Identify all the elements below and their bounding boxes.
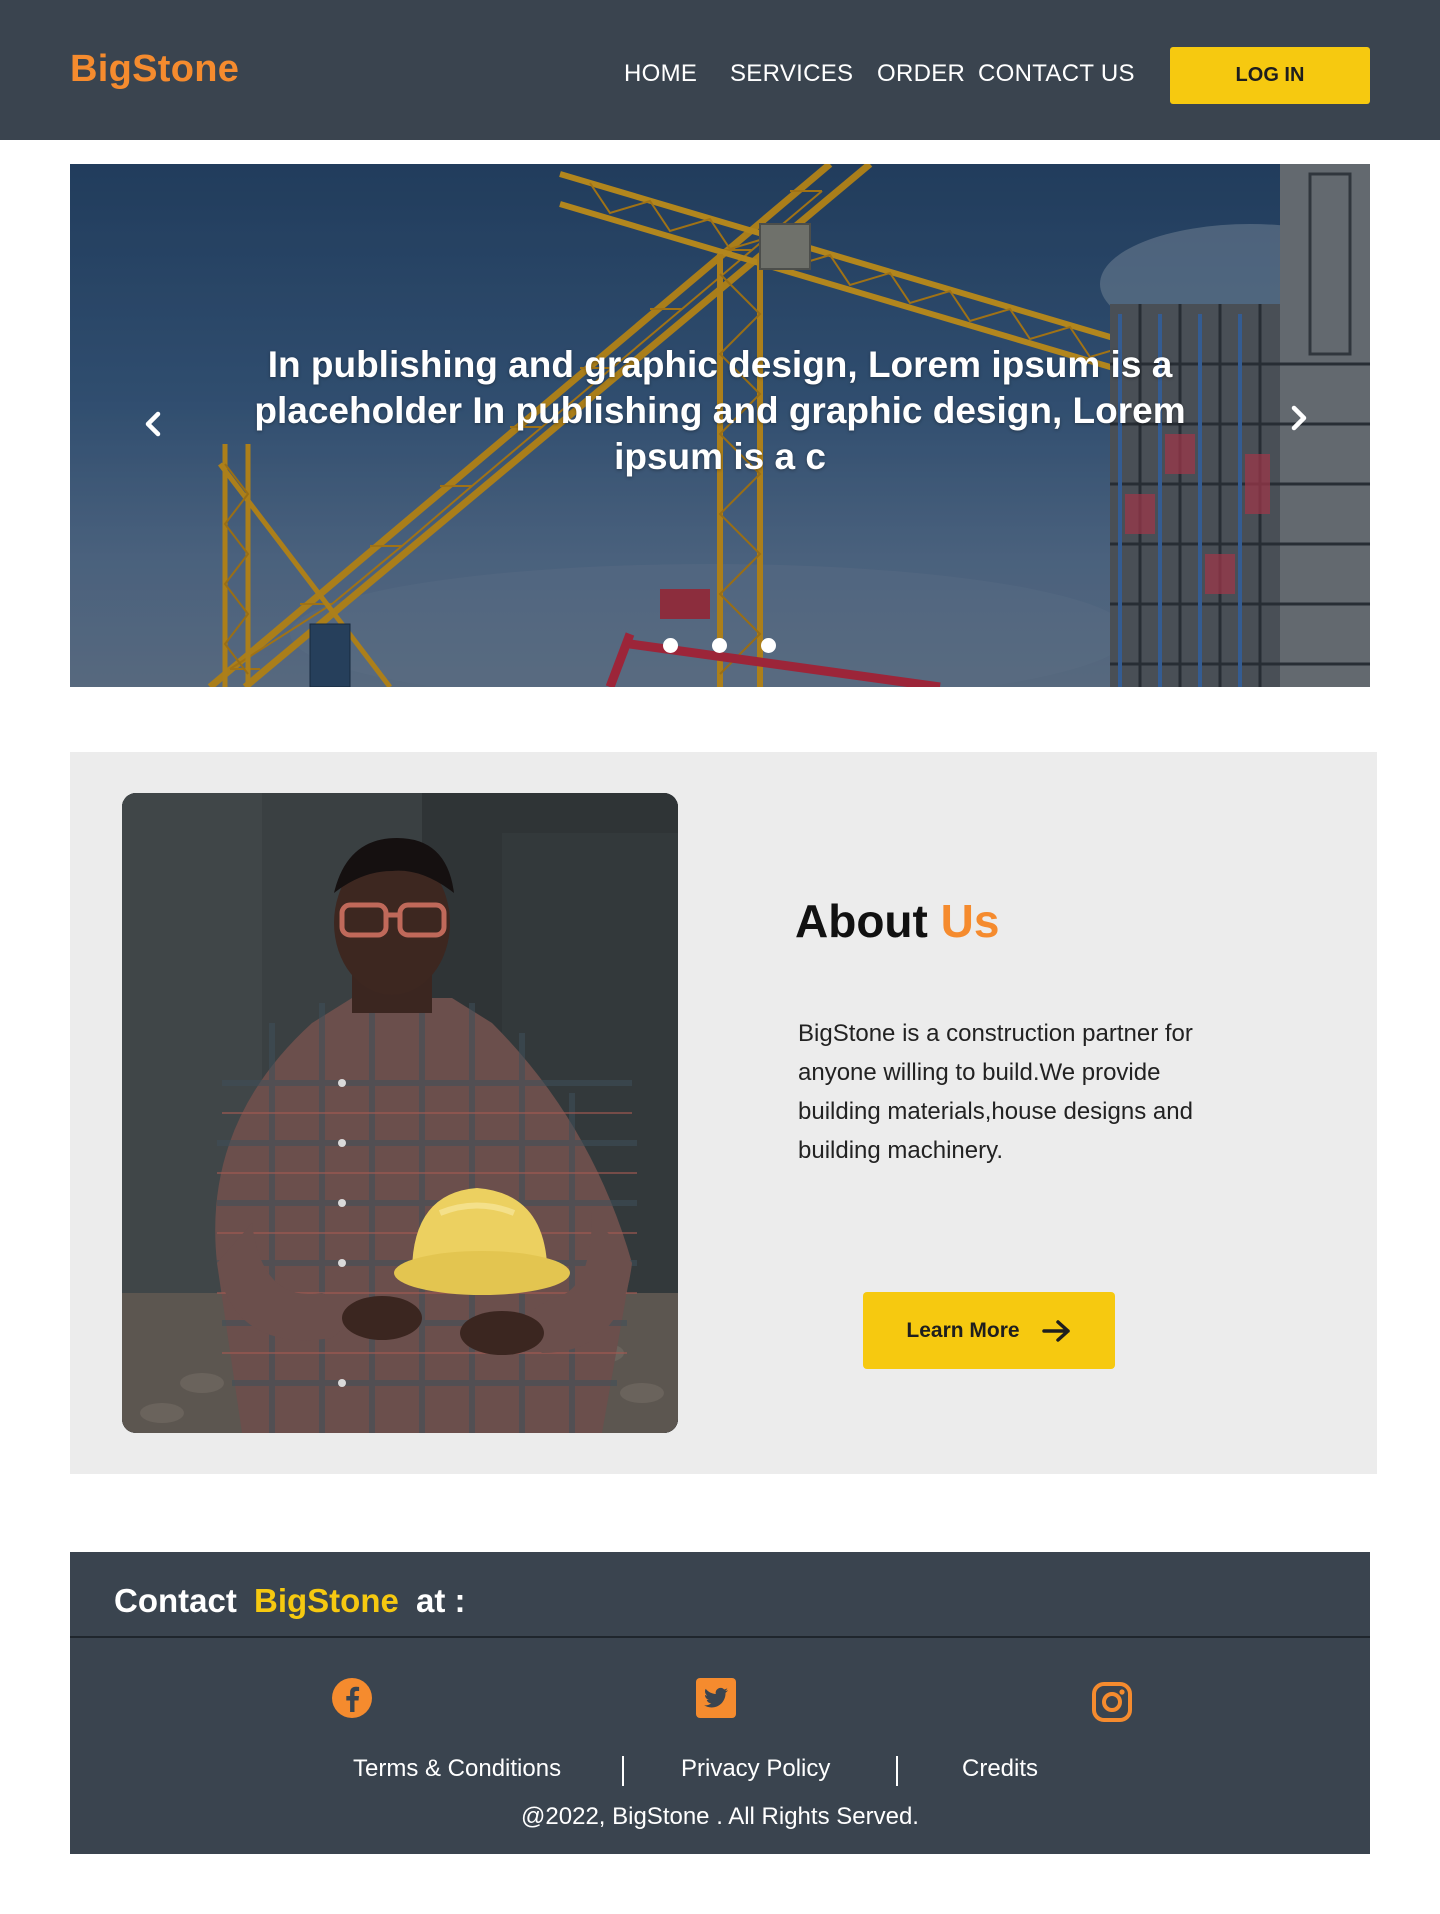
brand-logo[interactable]: BigStone bbox=[70, 48, 239, 91]
nav-services[interactable]: SERVICES bbox=[730, 60, 853, 88]
footer-separator bbox=[896, 1756, 898, 1786]
nav-home[interactable]: HOME bbox=[624, 60, 697, 88]
about-section: About Us BigStone is a construction part… bbox=[70, 752, 1377, 1474]
nav-contact-us[interactable]: CONTACT US bbox=[978, 60, 1135, 88]
slide-indicator-1[interactable] bbox=[663, 638, 678, 653]
about-title-accent: Us bbox=[940, 895, 1000, 947]
terms-link[interactable]: Terms & Conditions bbox=[353, 1755, 561, 1783]
about-title: About Us bbox=[795, 894, 999, 948]
contact-brand: BigStone bbox=[254, 1582, 399, 1619]
chevron-right-icon[interactable] bbox=[1278, 398, 1318, 438]
contact-heading: Contact BigStone at : bbox=[114, 1582, 466, 1620]
copyright-text: @2022, BigStone . All Rights Served. bbox=[521, 1803, 919, 1830]
about-title-main: About bbox=[795, 895, 928, 947]
privacy-link[interactable]: Privacy Policy bbox=[681, 1755, 830, 1783]
worker-photo bbox=[122, 793, 678, 1433]
site-header: BigStone HOME SERVICES ORDER CONTACT US … bbox=[0, 0, 1440, 140]
credits-link[interactable]: Credits bbox=[962, 1755, 1038, 1783]
arrow-right-icon bbox=[1041, 1319, 1070, 1342]
hero-slider: In publishing and graphic design, Lorem … bbox=[70, 164, 1370, 687]
twitter-icon[interactable] bbox=[694, 1676, 738, 1720]
slide-indicator-2[interactable] bbox=[712, 638, 727, 653]
footer-divider bbox=[70, 1636, 1370, 1638]
chevron-left-icon[interactable] bbox=[134, 404, 174, 444]
learn-more-label: Learn More bbox=[906, 1318, 1020, 1342]
slide-indicator-3[interactable] bbox=[761, 638, 776, 653]
instagram-icon[interactable] bbox=[1090, 1680, 1134, 1724]
site-footer: Contact BigStone at : Terms & Conditions… bbox=[70, 1552, 1370, 1854]
nav-order[interactable]: ORDER bbox=[877, 60, 965, 88]
hero-caption: In publishing and graphic design, Lorem … bbox=[254, 344, 1186, 477]
contact-suffix: at : bbox=[416, 1582, 466, 1619]
facebook-icon[interactable] bbox=[330, 1676, 374, 1720]
footer-separator bbox=[622, 1756, 624, 1786]
login-button[interactable]: LOG IN bbox=[1170, 47, 1370, 104]
learn-more-button[interactable]: Learn More bbox=[863, 1292, 1115, 1369]
contact-prefix: Contact bbox=[114, 1582, 237, 1619]
about-description: BigStone is a construction partner for a… bbox=[798, 1020, 1193, 1164]
